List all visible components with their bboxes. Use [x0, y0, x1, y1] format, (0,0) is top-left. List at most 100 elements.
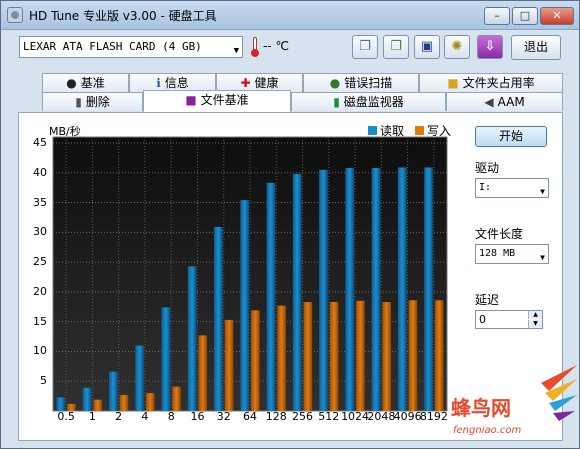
tab-label: 删除: [85, 95, 110, 109]
x-tick-label: 2: [115, 410, 122, 421]
read-bar: [424, 167, 433, 411]
app-window: HD Tune 专业版 v3.00 - 硬盘工具 – □ ✕ LEXAR ATA…: [0, 0, 580, 449]
read-bar: [187, 266, 197, 411]
tab-erase[interactable]: ▮ 删除: [42, 92, 143, 111]
write-bar: [251, 310, 260, 411]
tab-label: 文件基准: [200, 93, 249, 107]
x-tick-label: 8192: [420, 410, 448, 421]
tab-aam[interactable]: ◀ AAM: [446, 92, 563, 111]
exit-button[interactable]: 退出: [511, 35, 561, 60]
file-length-dropdown[interactable]: 128 MB ▼: [475, 244, 549, 264]
write-bar: [382, 302, 392, 411]
read-bar: [161, 307, 171, 411]
tab-benchmark[interactable]: ● 基准: [42, 73, 129, 92]
tab-file-benchmark[interactable]: ■ 文件基准: [143, 90, 291, 112]
x-tick-label: 128: [266, 410, 287, 421]
thermometer-icon: [251, 37, 259, 57]
delay-spinner[interactable]: 0 ▲ ▼: [475, 310, 543, 329]
save-button[interactable]: ▣: [414, 35, 440, 59]
watermark-url: fengniao.com: [453, 425, 522, 436]
write-bar: [329, 302, 339, 411]
y-tick-label: 20: [33, 284, 47, 298]
fengniao-watermark: 蜂鸟网 fengniao.com: [451, 365, 577, 436]
drive-dropdown[interactable]: LEXAR ATA FLASH CARD (4 GB) ▼: [19, 36, 243, 58]
legend-label: 读取: [380, 124, 405, 138]
magnifier-icon: ●: [329, 76, 341, 90]
write-bar: [119, 394, 129, 411]
read-bar: [345, 168, 355, 411]
start-button[interactable]: 开始: [475, 126, 547, 147]
drive-letter-value: I:: [479, 182, 492, 193]
close-button[interactable]: ✕: [540, 7, 574, 25]
chevron-down-icon: ▼: [540, 187, 545, 196]
file-length-label: 文件长度: [475, 227, 524, 241]
x-tick-label: 4096: [394, 410, 422, 421]
read-bar: [82, 387, 92, 411]
tab-error-scan[interactable]: ● 错误扫描: [303, 73, 419, 92]
copy-screen-icon: ❐: [390, 39, 402, 54]
copy-info-icon: ❐: [359, 39, 371, 54]
x-tick-label: 1024: [341, 410, 369, 421]
download-arrow-icon: ⇩: [484, 39, 496, 54]
x-tick-label: 4: [141, 410, 148, 421]
x-tick-label: 32: [217, 410, 231, 421]
save-icon: ▣: [420, 39, 434, 54]
x-tick-label: 16: [190, 410, 204, 421]
y-tick-label: 25: [33, 255, 47, 269]
drive-letter-dropdown[interactable]: I: ▼: [475, 178, 549, 198]
drive-dropdown-value: LEXAR ATA FLASH CARD (4 GB): [23, 40, 202, 53]
x-tick-label: 256: [292, 410, 313, 421]
title-bar[interactable]: HD Tune 专业版 v3.00 - 硬盘工具 – □ ✕: [1, 1, 579, 30]
read-bar: [214, 226, 223, 411]
y-tick-label: 40: [33, 165, 47, 179]
write-bar: [198, 335, 208, 411]
y-axis-label: MB/秒: [49, 125, 81, 138]
bird-logo: [541, 365, 577, 421]
y-tick-label: 15: [33, 314, 47, 328]
y-tick-label: 45: [33, 136, 47, 149]
read-bar: [371, 168, 381, 411]
temperature-readout: -- ℃: [263, 39, 289, 53]
minimize-button[interactable]: –: [484, 7, 510, 25]
write-bar: [408, 300, 418, 411]
trash-icon: ▮: [75, 95, 82, 109]
tab-disk-monitor[interactable]: ▮ 磁盘监视器: [291, 92, 446, 111]
spin-up-icon[interactable]: ▲: [528, 311, 542, 319]
app-icon: [7, 7, 23, 23]
chevron-down-icon: ▼: [540, 253, 545, 262]
write-bar: [172, 386, 181, 411]
benchmark-chart: 0.5 1 2 4 8 16 32 64 128 256 512 1024204840968192: [52, 136, 448, 421]
legend-swatch: [415, 126, 424, 135]
window-title: HD Tune 专业版 v3.00 - 硬盘工具: [29, 9, 217, 23]
gear-icon: ✺: [451, 39, 463, 54]
legend-swatch: [368, 126, 377, 135]
copy-info-button[interactable]: ❐: [352, 35, 378, 59]
tab-label: 基准: [80, 76, 105, 90]
toolbar: LEXAR ATA FLASH CARD (4 GB) ▼ -- ℃ ❐ ❐ ▣…: [1, 29, 579, 69]
spin-down-icon[interactable]: ▼: [528, 320, 542, 328]
read-bar: [240, 200, 249, 411]
maximize-button[interactable]: □: [512, 7, 538, 25]
options-button[interactable]: ✺: [444, 35, 470, 59]
folder-icon: ■: [447, 76, 459, 90]
tab-label: 文件夹占用率: [462, 76, 535, 90]
chevron-down-icon: ▼: [233, 46, 239, 56]
drive-label: 驱动: [475, 161, 500, 175]
file-benchmark-icon: ■: [185, 93, 197, 107]
write-bar: [356, 300, 365, 411]
legend-label: 写入: [427, 124, 452, 138]
read-bar: [266, 182, 276, 411]
tab-label: 健康: [254, 76, 279, 90]
read-bar: [397, 167, 407, 411]
delay-value: 0: [479, 313, 486, 326]
tab-folder-usage[interactable]: ■ 文件夹占用率: [419, 73, 563, 92]
write-bar: [224, 319, 234, 411]
tab-label: 磁盘监视器: [343, 95, 404, 109]
download-button[interactable]: ⇩: [477, 35, 503, 59]
benchmark-icon: ●: [66, 76, 77, 90]
copy-screen-button[interactable]: ❐: [383, 35, 409, 59]
y-tick-label: 30: [33, 225, 47, 239]
watermark-text: 蜂鸟网: [451, 396, 511, 420]
tab-label: AAM: [497, 95, 525, 109]
tab-label: 信息: [164, 76, 189, 90]
